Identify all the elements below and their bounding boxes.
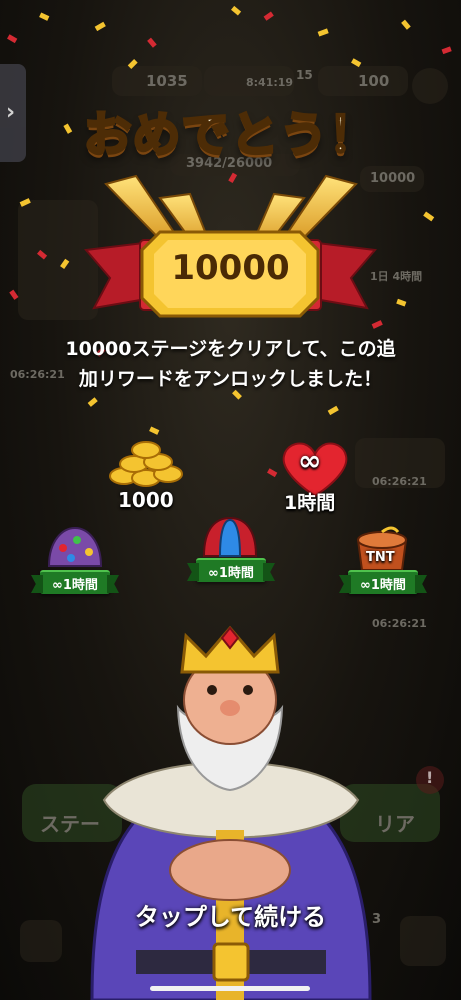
king-character [90,625,372,1000]
reward-message-line-2: 加リワードをアンロックしました！ [78,368,383,390]
tap-to-continue[interactable]: タップして続ける [0,897,461,932]
confetti-piece [94,21,106,32]
confetti-piece [39,12,50,21]
candy-bomb-icon [47,526,103,567]
lives-infinity-symbol: ∞ [298,444,322,477]
reward-message: 10000ステージをクリアして、この追 加リワードをアンロックしました！ [0,334,461,394]
coins-amount: 1000 [118,488,174,512]
booster-3-infinity: ∞ [360,578,371,593]
coin-stack-icon [109,441,183,487]
confetti-piece [87,397,98,407]
booster-1-ribbon: ∞1時間 [40,570,110,594]
confetti-piece [147,37,157,48]
reward-screen[interactable]: 1035 8:41:19 15 100 3942/26000 10000 06:… [0,0,461,1000]
confetti-piece [317,28,329,37]
booster-2-duration: 1時間 [218,566,254,581]
confetti-piece [441,46,452,55]
lives-duration: 1時間 [284,492,336,514]
booster-2-infinity: ∞ [208,566,219,581]
confetti-piece [351,58,362,68]
booster-3-ribbon: ∞1時間 [348,570,418,594]
stage-badge-value: 10000 [171,248,290,288]
booster-1-duration: 1時間 [62,578,98,593]
confetti-piece [267,468,278,478]
booster-3-duration: 1時間 [370,578,406,593]
booster-1-infinity: ∞ [52,578,63,593]
confetti-piece [7,34,18,44]
reward-message-line-1: 10000ステージをクリアして、この追 [65,338,396,360]
booster-2-ribbon: ∞1時間 [196,558,266,582]
congratulations-title: おめでとう！ [82,106,378,165]
confetti-piece [327,405,339,416]
confetti-piece [231,5,242,16]
helmet-booster-icon [202,516,258,557]
tnt-barrel-icon [356,526,408,571]
confetti-piece [127,59,138,69]
tnt-label: TNT [366,550,395,565]
home-indicator[interactable] [150,986,310,991]
confetti-piece [401,19,411,30]
confetti-piece [263,11,274,21]
